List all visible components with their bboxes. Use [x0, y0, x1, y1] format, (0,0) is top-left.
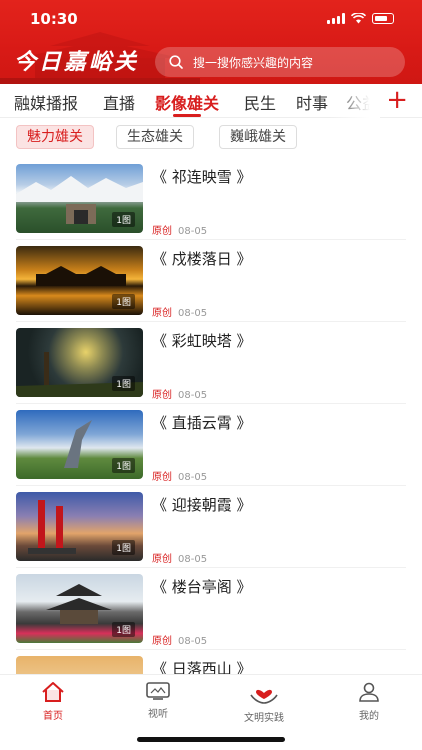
original-badge: 原创	[152, 636, 172, 647]
nav-media-label: 视听	[148, 709, 168, 720]
image-count-badge: 1图	[112, 294, 135, 309]
tab-news[interactable]: 融媒播报	[14, 90, 78, 114]
category-tabs: 融媒播报 直播 影像雄关 民生 时事 公益 +	[0, 84, 422, 118]
search-placeholder: 搜一搜你感兴趣的内容	[193, 55, 314, 70]
chip-majestic[interactable]: 巍峨雄关	[219, 125, 297, 149]
item-date: 08-05	[178, 472, 208, 483]
nav-civilization-label: 文明实践	[244, 713, 284, 724]
thumbnail-image: 1图	[16, 574, 143, 643]
item-meta: 原创 08-05	[152, 386, 207, 401]
list-item[interactable]: 1图 《 楼台亭阁 》 原创 08-05	[0, 568, 422, 650]
thumbnail-image: 1图	[16, 328, 143, 397]
original-badge: 原创	[152, 390, 172, 401]
item-date: 08-05	[178, 554, 208, 565]
active-tab-indicator	[173, 114, 201, 117]
status-time: 10:30	[30, 10, 78, 28]
item-meta: 原创 08-05	[152, 550, 207, 565]
tv-icon	[146, 682, 170, 700]
tab-live[interactable]: 直播	[103, 90, 135, 114]
item-title: 《 彩虹映塔 》	[152, 332, 252, 350]
image-count-badge: 1图	[112, 458, 135, 473]
user-icon	[359, 682, 379, 702]
nav-profile-label: 我的	[359, 711, 379, 722]
thumbnail-image: 1图	[16, 410, 143, 479]
original-badge: 原创	[152, 472, 172, 483]
status-icons	[327, 13, 394, 24]
item-meta: 原创 08-05	[152, 222, 207, 237]
item-title: 《 祁连映雪 》	[152, 168, 252, 186]
nav-home[interactable]: 首页	[13, 681, 93, 722]
nav-civilization[interactable]: 文明实践	[224, 681, 304, 724]
tab-current-affairs[interactable]: 时事	[296, 90, 328, 114]
list-item[interactable]: 1图 《 祁连映雪 》 原创 08-05	[0, 158, 422, 240]
sub-category-chips: 魅力雄关 生态雄关 巍峨雄关	[0, 118, 422, 158]
nav-home-label: 首页	[43, 711, 63, 722]
nav-profile[interactable]: 我的	[329, 681, 409, 722]
home-icon	[42, 682, 64, 702]
item-title: 《 迎接朝霞 》	[152, 496, 252, 514]
image-count-badge: 1图	[112, 540, 135, 555]
wifi-icon	[351, 13, 366, 24]
thumbnail-image: 1图	[16, 246, 143, 315]
list-item[interactable]: 1图 《 戍楼落日 》 原创 08-05	[0, 240, 422, 322]
thumbnail-image: 1图	[16, 492, 143, 561]
original-badge: 原创	[152, 554, 172, 565]
chip-charm[interactable]: 魅力雄关	[16, 125, 94, 149]
original-badge: 原创	[152, 226, 172, 237]
signal-icon	[327, 13, 345, 24]
item-title: 《 戍楼落日 》	[152, 250, 252, 268]
item-title: 《 直插云霄 》	[152, 414, 252, 432]
plus-icon[interactable]: +	[386, 86, 408, 114]
tab-images[interactable]: 影像雄关	[155, 90, 219, 114]
item-title: 《 楼台亭阁 》	[152, 578, 252, 596]
item-meta: 原创 08-05	[152, 468, 207, 483]
tab-livelihood[interactable]: 民生	[244, 90, 276, 114]
heart-hands-icon	[250, 689, 278, 704]
chip-ecology[interactable]: 生态雄关	[116, 125, 194, 149]
item-date: 08-05	[178, 636, 208, 647]
home-indicator	[137, 737, 285, 742]
image-count-badge: 1图	[112, 376, 135, 391]
list-item[interactable]: 1图 《 迎接朝霞 》 原创 08-05	[0, 486, 422, 568]
thumbnail-image: 1图	[16, 164, 143, 233]
item-meta: 原创 08-05	[152, 632, 207, 647]
app-title: 今日嘉峪关	[14, 49, 140, 75]
tab-fade	[330, 84, 380, 118]
battery-icon	[372, 13, 394, 24]
list-item[interactable]: 1图 《 彩虹映塔 》 原创 08-05	[0, 322, 422, 404]
bottom-tab-bar: 首页 视听 文明实践 我的	[0, 674, 422, 750]
item-date: 08-05	[178, 308, 208, 319]
image-count-badge: 1图	[112, 622, 135, 637]
search-icon	[169, 55, 183, 69]
item-date: 08-05	[178, 226, 208, 237]
item-date: 08-05	[178, 390, 208, 401]
image-count-badge: 1图	[112, 212, 135, 227]
search-bar[interactable]: 搜一搜你感兴趣的内容	[155, 47, 405, 77]
nav-media[interactable]: 视听	[118, 681, 198, 720]
list-item[interactable]: 1图 《 直插云霄 》 原创 08-05	[0, 404, 422, 486]
item-meta: 原创 08-05	[152, 304, 207, 319]
app-header: 10:30 今日嘉峪关 搜一搜你感兴趣的内容	[0, 0, 422, 84]
original-badge: 原创	[152, 308, 172, 319]
